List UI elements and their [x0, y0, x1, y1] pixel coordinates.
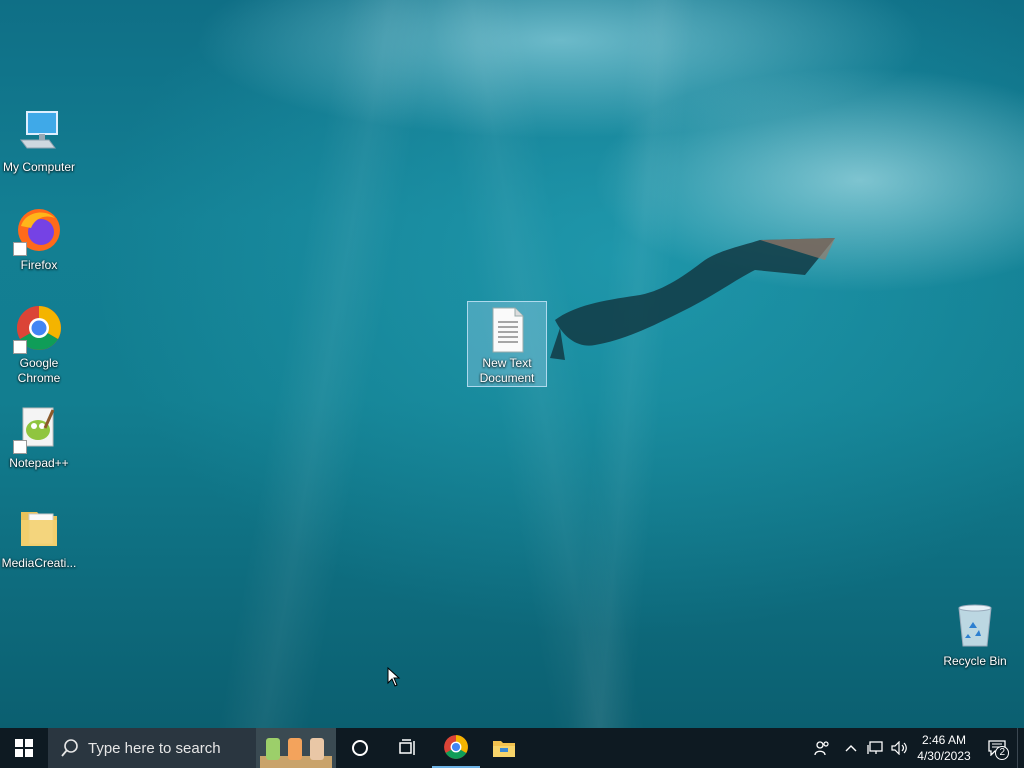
shortcut-arrow-icon — [13, 242, 27, 256]
search-input[interactable]: Type here to search — [48, 728, 336, 768]
search-icon — [61, 739, 78, 757]
mouse-cursor-icon — [387, 667, 401, 687]
icon-label: New Text Document — [479, 356, 535, 385]
icon-label: Firefox — [20, 258, 58, 272]
chrome-icon — [444, 735, 468, 759]
desktop-background: My Computer Firefox Google Chrome Notepa… — [0, 0, 1024, 728]
task-view-icon — [399, 739, 415, 755]
network-button[interactable] — [863, 728, 887, 768]
clock-date: 4/30/2023 — [917, 749, 971, 763]
chevron-up-icon — [845, 745, 857, 752]
volume-button[interactable] — [887, 728, 911, 768]
shortcut-arrow-icon — [13, 340, 27, 354]
people-button[interactable] — [805, 728, 839, 768]
clock-time: 2:46 AM — [921, 733, 967, 747]
icon-label: Recycle Bin — [943, 654, 1007, 668]
clock[interactable]: 2:46 AM 4/30/2023 — [911, 732, 977, 764]
icon-label: MediaCreati... — [1, 556, 77, 570]
taskbar-file-explorer-button[interactable] — [480, 728, 528, 768]
system-tray: 2:46 AM 4/30/2023 2 — [805, 728, 1024, 768]
folder-icon — [15, 504, 63, 552]
desktop-icon-my-computer[interactable]: My Computer — [0, 108, 78, 175]
show-hidden-icons-button[interactable] — [839, 728, 863, 768]
icon-label: Google Chrome — [17, 356, 61, 385]
action-center-button[interactable]: 2 — [977, 728, 1017, 768]
computer-icon — [15, 108, 63, 156]
icon-label: Notepad++ — [9, 456, 69, 470]
text-file-icon — [483, 306, 531, 354]
search-placeholder: Type here to search — [88, 739, 221, 757]
cortana-button[interactable] — [336, 728, 384, 768]
network-icon — [867, 741, 883, 754]
icon-label: My Computer — [2, 160, 76, 174]
firefox-icon — [13, 206, 63, 256]
desktop-icon-recycle-bin[interactable]: Recycle Bin — [936, 602, 1014, 669]
taskbar-chrome-button[interactable] — [432, 728, 480, 768]
notepadpp-icon — [13, 404, 63, 454]
desktop-icon-firefox[interactable]: Firefox — [0, 206, 78, 273]
desktop-icon-mediacreation[interactable]: MediaCreati... — [0, 504, 78, 571]
file-explorer-icon — [493, 741, 515, 757]
notification-count-badge: 2 — [995, 746, 1009, 760]
taskbar: Type here to search 2:46 AM 4/30/2023 2 — [0, 728, 1024, 768]
desktop-icon-notepadpp[interactable]: Notepad++ — [0, 404, 78, 471]
diver-image — [550, 238, 835, 360]
windows-logo-icon — [15, 739, 33, 757]
cortana-icon — [352, 740, 368, 756]
recycle-bin-icon — [951, 602, 999, 650]
desktop-icon-new-text-document[interactable]: New Text Document — [467, 301, 547, 387]
people-icon — [814, 741, 829, 756]
speaker-icon — [891, 741, 907, 755]
task-view-button[interactable] — [384, 728, 432, 768]
search-highlight-image — [256, 728, 336, 768]
chrome-icon — [13, 304, 63, 354]
start-button[interactable] — [0, 728, 48, 768]
desktop-icon-chrome[interactable]: Google Chrome — [0, 304, 78, 386]
shortcut-arrow-icon — [13, 440, 27, 454]
show-desktop-button[interactable] — [1017, 728, 1024, 768]
